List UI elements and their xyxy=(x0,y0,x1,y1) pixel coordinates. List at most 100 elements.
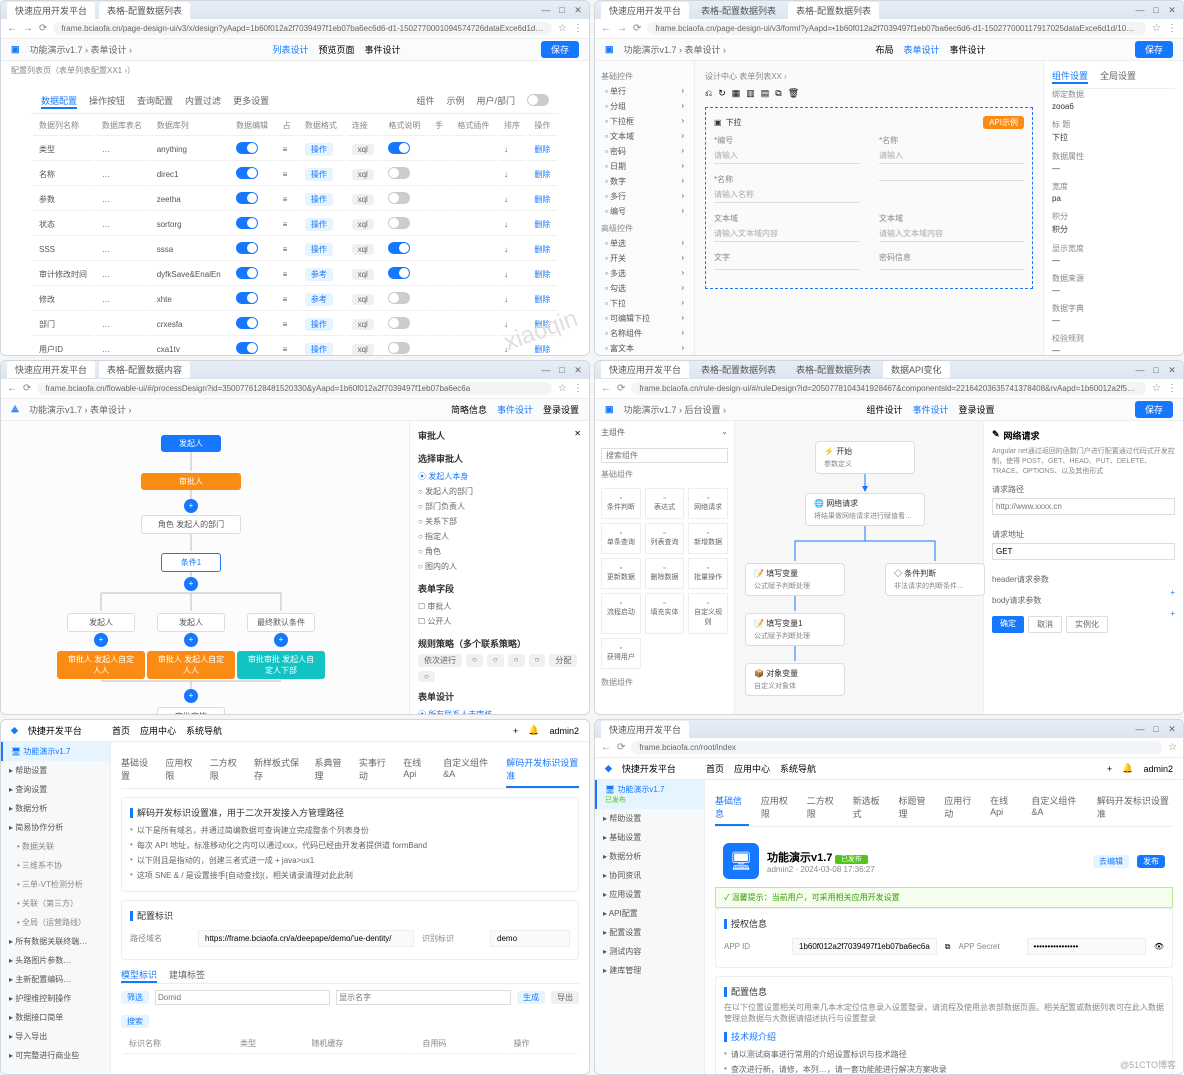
tab-component[interactable]: 组件 xyxy=(416,94,434,109)
tab-events[interactable]: 事件设计 xyxy=(913,403,949,416)
form-field[interactable]: 文本域请输入文本域内容 xyxy=(714,213,859,242)
admin-tab[interactable]: 解码开发标识设置准 xyxy=(506,752,579,788)
component-item[interactable]: ▫网络请求 xyxy=(688,488,728,519)
palette-item[interactable]: ▫ 富文本› xyxy=(601,341,688,355)
toolbar-grid-icon[interactable]: ▦ xyxy=(732,88,741,99)
sidebar-item[interactable]: ▸ 数据分析 xyxy=(1,799,110,818)
toolbar-col-icon[interactable]: ▥ xyxy=(746,88,755,99)
sidebar-item[interactable]: ▸ 导入导出 xyxy=(1,1027,110,1046)
browser-tab-3[interactable]: 表格-配置数据列表 xyxy=(788,2,879,19)
bell-icon[interactable]: 🔔 xyxy=(1122,763,1133,774)
admin-tab[interactable]: 应用权限 xyxy=(761,790,795,826)
toggle-mode[interactable] xyxy=(527,94,549,106)
back-icon[interactable]: ← xyxy=(601,742,611,753)
forward-icon[interactable]: → xyxy=(617,23,627,34)
value-appid[interactable]: 1b60f012a2f7039497f1eb07ba6ec6a xyxy=(792,938,937,955)
node-branch[interactable]: 角色 发起人的部门 xyxy=(141,515,241,534)
tab-example[interactable]: 示例 xyxy=(446,94,464,109)
flow-canvas[interactable]: 发起人 审批人 + 角色 发起人的部门 条件1 + 发起人 发起人 最终默认条件… xyxy=(1,421,409,715)
maximize-icon[interactable]: □ xyxy=(1151,5,1161,15)
browser-tab-1[interactable]: 快速应用开发平台 xyxy=(7,2,95,19)
admin-tab[interactable]: 新选板式 xyxy=(853,790,887,826)
palette-item[interactable]: ▫ 可编辑下拉› xyxy=(601,311,688,326)
plugin-toggle[interactable] xyxy=(388,267,410,279)
prop-value[interactable]: 积分 xyxy=(1052,224,1175,235)
reviewer-option[interactable]: ○ 图内的人 xyxy=(418,559,581,574)
input-method[interactable] xyxy=(992,543,1175,560)
form-field[interactable]: 文字 xyxy=(714,252,859,270)
prop-value[interactable]: 下拉 xyxy=(1052,132,1175,143)
admin-tab[interactable]: 自定义组件&A xyxy=(1031,790,1085,826)
palette-item[interactable]: ▫ 分组› xyxy=(601,99,688,114)
nav-home[interactable]: 首页 xyxy=(706,762,724,775)
plugin-toggle[interactable] xyxy=(388,167,410,179)
user-menu[interactable]: admin2 xyxy=(1143,764,1173,774)
reviewer-option[interactable]: ○ 关系下部 xyxy=(418,514,581,529)
sidebar-item[interactable]: • 全局（运营路线） xyxy=(1,913,110,932)
table-row[interactable]: 审计修改时间…dyfkSave&EnalEn≡参考xql↓删除 xyxy=(33,263,557,286)
minimize-icon[interactable]: — xyxy=(541,365,551,375)
toolbar-dup-icon[interactable]: ⧉ xyxy=(775,88,781,99)
sidebar-item[interactable]: ▸ 护理维控制操作 xyxy=(1,989,110,1008)
admin-tab[interactable]: 在线Api xyxy=(403,752,431,788)
input-domain[interactable]: https://frame.bciaofa.cn/a/deepape/demo/… xyxy=(198,930,414,947)
table-row[interactable]: 类型…anything≡操作xql↓删除 xyxy=(33,138,557,161)
edit-toggle[interactable] xyxy=(236,167,258,179)
sidebar-item[interactable]: ▸ 帮助设置 xyxy=(1,761,110,780)
sidebar-item[interactable]: ▸ 可完整进行商业些 xyxy=(1,1046,110,1065)
prop-value[interactable]: pa xyxy=(1052,194,1175,203)
form-field[interactable] xyxy=(879,174,1024,203)
admin-tab[interactable]: 基础设置 xyxy=(121,752,153,788)
admin-tab[interactable]: 新样板式保存 xyxy=(254,752,303,788)
component-item[interactable]: ▫条件判断 xyxy=(601,488,641,519)
table-row[interactable]: SSS…sssa≡操作xql↓删除 xyxy=(33,238,557,261)
close-icon[interactable]: ✕ xyxy=(1167,724,1177,734)
close-panel-icon[interactable]: ✕ xyxy=(574,429,581,446)
delete-link[interactable]: 删除 xyxy=(534,220,550,229)
palette-item[interactable]: ▫ 数字› xyxy=(601,174,688,189)
back-icon[interactable]: ← xyxy=(601,23,611,34)
plugin-toggle[interactable] xyxy=(388,217,410,229)
reviewer-option[interactable]: ○ 角色 xyxy=(418,544,581,559)
edit-toggle[interactable] xyxy=(236,242,258,254)
node-condition[interactable]: ◇ 条件判断非法请求的判断条件… xyxy=(885,563,985,596)
nav-apps[interactable]: 应用中心 xyxy=(140,724,176,737)
form-canvas[interactable]: 设计中心 表单列表XX › ⎌ ↻ ▦ ▥ ▤ ⧉ 🗑 ▣下拉API示例 *编号… xyxy=(695,61,1043,355)
tab-filter[interactable]: 内置过滤 xyxy=(185,94,221,109)
plugin-toggle[interactable] xyxy=(388,317,410,329)
admin-tab[interactable]: 应用权限 xyxy=(165,752,197,788)
star-icon[interactable]: ☆ xyxy=(1168,742,1177,753)
browser-tab-2[interactable]: 表格-配置数据列表 xyxy=(99,2,190,19)
add-node-icon[interactable]: + xyxy=(274,633,288,647)
checkbox-approver[interactable]: ☐ 审批人 xyxy=(418,599,581,614)
table-row[interactable]: 状态…sortorg≡操作xql↓删除 xyxy=(33,213,557,236)
tab-comp-settings[interactable]: 组件设置 xyxy=(1052,69,1088,84)
sidebar-item[interactable]: ▸ 协同资讯 xyxy=(595,866,704,885)
node-a1[interactable]: 审批人 发起人自定人人 xyxy=(57,651,145,679)
delete-link[interactable]: 删除 xyxy=(534,170,550,179)
admin-tab[interactable]: 实事行动 xyxy=(359,752,391,788)
star-icon[interactable]: ☆ xyxy=(1152,23,1161,34)
sidebar-item[interactable]: • 数据关联 xyxy=(1,837,110,856)
reload-icon[interactable]: ⟳ xyxy=(617,742,625,753)
form-field[interactable]: *名称请输入 xyxy=(879,135,1024,164)
prop-value[interactable]: — xyxy=(1052,346,1175,355)
menu-icon[interactable]: ⋮ xyxy=(573,383,583,394)
tab-layout[interactable]: 布局 xyxy=(875,43,893,56)
sidebar-item[interactable]: ▸ 所有数据关联终端… xyxy=(1,932,110,951)
palette-item[interactable]: ▫ 多行› xyxy=(601,189,688,204)
toolbar-undo-icon[interactable]: ⎌ xyxy=(705,88,712,99)
tab-login[interactable]: 登录设置 xyxy=(543,403,579,416)
address-input[interactable]: frame.bciaofa.cn/root/index xyxy=(631,741,1162,754)
cancel-button[interactable]: 取消 xyxy=(1028,616,1062,633)
minimize-icon[interactable]: — xyxy=(1135,5,1145,15)
admin-tab[interactable]: 自定义组件&A xyxy=(443,752,494,788)
reload-icon[interactable]: ⟳ xyxy=(39,23,47,34)
component-item[interactable]: ▫单条查询 xyxy=(601,523,641,554)
close-icon[interactable]: ✕ xyxy=(1167,5,1177,15)
palette-item[interactable]: ▫ 名称组件› xyxy=(601,326,688,341)
save-button[interactable]: 保存 xyxy=(1135,401,1173,418)
table-row[interactable]: 用户ID…cxa1tv≡操作xql↓删除 xyxy=(33,338,557,355)
prop-value[interactable]: — xyxy=(1052,164,1175,173)
admin-tab[interactable]: 在线Api xyxy=(990,790,1019,826)
